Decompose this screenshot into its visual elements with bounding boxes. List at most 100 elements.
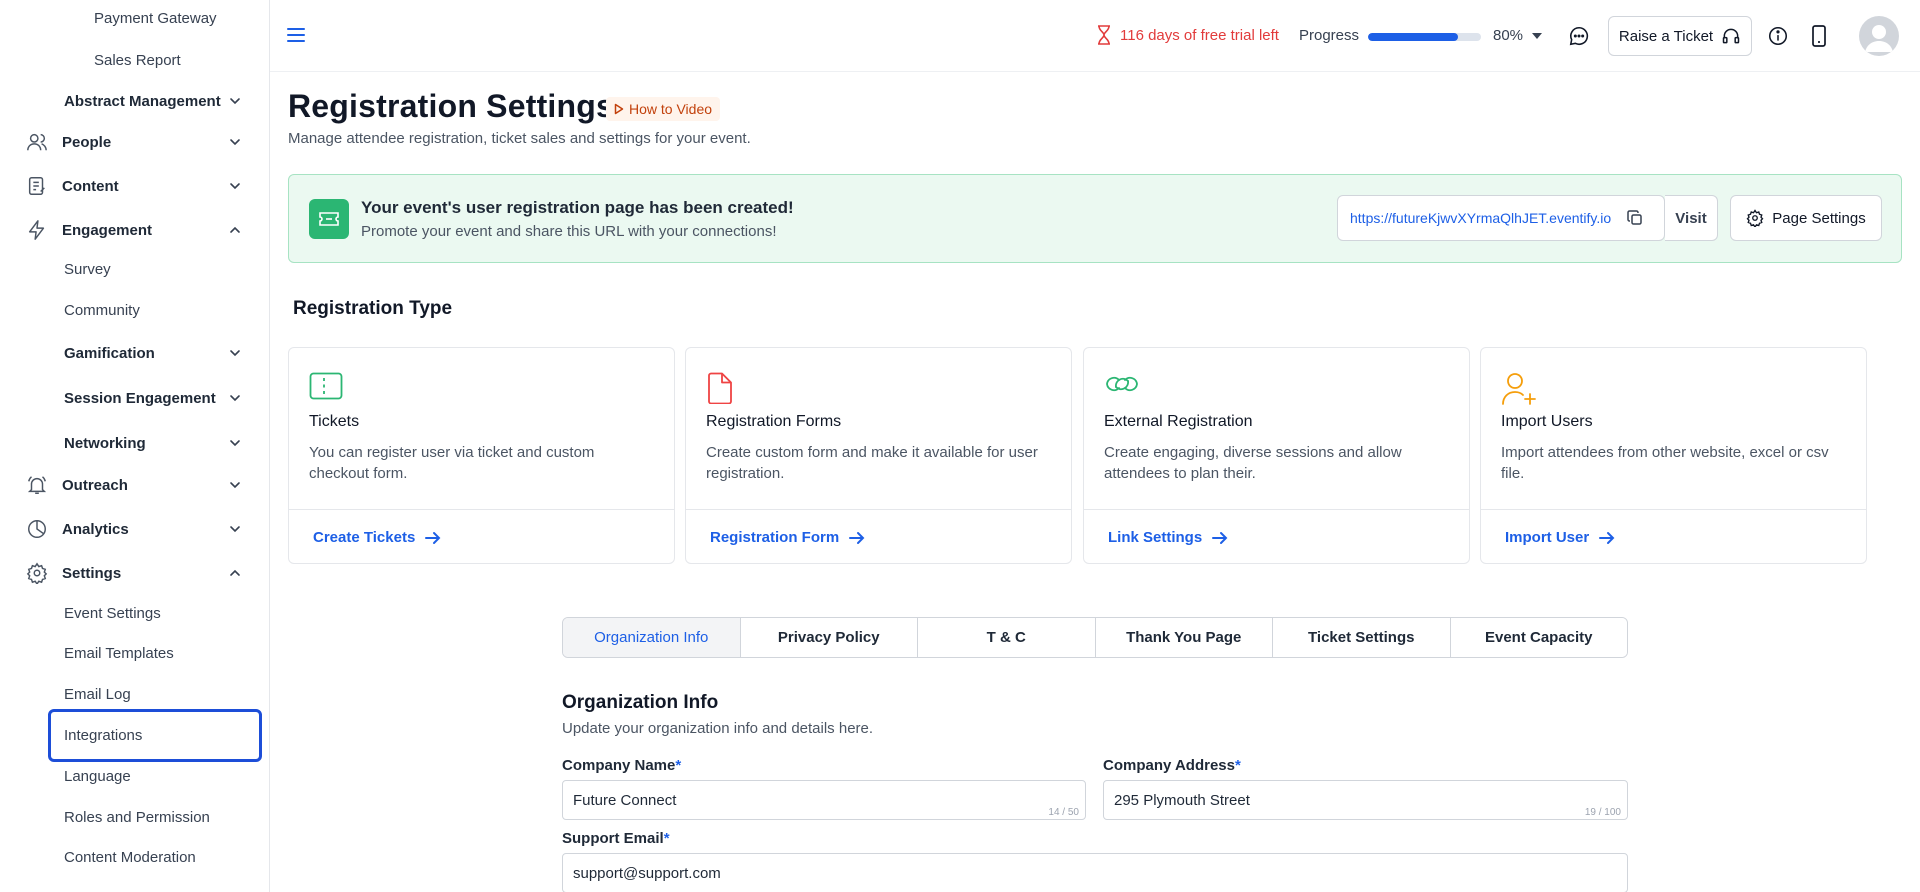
sidebar-item-label: Roles and Permission	[64, 808, 210, 826]
sidebar-item-analytics[interactable]: Analytics	[0, 511, 269, 547]
chevron-down-icon	[228, 135, 242, 149]
play-icon	[614, 103, 624, 115]
chevron-down-icon	[228, 522, 242, 536]
sidebar-item-label: Settings	[62, 564, 122, 582]
tickets-card: Tickets You can register user via ticket…	[288, 347, 675, 564]
tab-privacy-policy[interactable]: Privacy Policy	[740, 618, 918, 657]
registration-url[interactable]: https://futureKjwvXYrmaQlhJET.eventify.i…	[1338, 210, 1623, 226]
sidebar-item-community[interactable]: Community	[0, 292, 269, 328]
arrow-right-icon	[849, 531, 865, 545]
support-email-label: Support Email*	[562, 830, 670, 847]
mobile-icon[interactable]	[1811, 25, 1827, 47]
tab-organization-info[interactable]: Organization Info	[563, 618, 741, 657]
company-name-input[interactable]: Future Connect 14 / 50	[562, 780, 1086, 820]
create-tickets-link[interactable]: Create Tickets	[289, 509, 674, 565]
caret-down-icon[interactable]	[1532, 33, 1542, 39]
info-icon[interactable]	[1767, 25, 1789, 47]
sidebar-item-gamification[interactable]: Gamification	[0, 335, 269, 371]
sidebar-item-label: Networking	[64, 434, 146, 452]
chevron-down-icon	[228, 94, 242, 108]
sidebar-item-label: Event Settings	[64, 604, 161, 622]
card-title: External Registration	[1104, 413, 1253, 430]
sidebar: Payment Gateway Sales Report Abstract Ma…	[0, 0, 270, 892]
sidebar-item-settings[interactable]: Settings	[0, 555, 269, 591]
sidebar-item-integrations[interactable]: Integrations	[0, 717, 269, 753]
sidebar-item-email-templates[interactable]: Email Templates	[0, 635, 269, 671]
sidebar-item-email-log[interactable]: Email Log	[0, 676, 269, 712]
people-icon	[26, 131, 48, 153]
sidebar-item-label: People	[62, 133, 112, 151]
settings-tabs: Organization Info Privacy Policy T & C T…	[562, 617, 1628, 658]
sidebar-item-people[interactable]: People	[0, 124, 269, 160]
sidebar-item-label: Payment Gateway	[94, 9, 217, 27]
sidebar-item-engagement[interactable]: Engagement	[0, 212, 269, 248]
tab-thank-you-page[interactable]: Thank You Page	[1095, 618, 1273, 657]
card-description: You can register user via ticket and cus…	[309, 444, 595, 482]
sidebar-item-label: Session Engagement	[64, 389, 216, 407]
sidebar-item-label: Email Log	[64, 685, 131, 703]
link-settings-link[interactable]: Link Settings	[1084, 509, 1469, 565]
registration-url-field[interactable]: https://futureKjwvXYrmaQlhJET.eventify.i…	[1337, 195, 1665, 241]
card-title: Tickets	[309, 413, 360, 430]
progress-label: Progress	[1299, 27, 1360, 44]
bell-icon	[26, 474, 48, 496]
card-title: Import Users	[1501, 413, 1593, 430]
content-icon	[26, 175, 48, 197]
company-address-label-text: Company Address	[1103, 757, 1235, 774]
card-title: Registration Forms	[706, 413, 842, 430]
sidebar-item-label: Integrations	[64, 726, 143, 744]
sidebar-item-outreach[interactable]: Outreach	[0, 467, 269, 503]
tab-ticket-settings[interactable]: Ticket Settings	[1273, 618, 1451, 657]
sidebar-item-label: Content	[62, 177, 119, 195]
support-email-label-text: Support Email	[562, 830, 664, 847]
page-subtitle: Manage attendee registration, ticket sal…	[288, 130, 751, 147]
chevron-down-icon	[228, 179, 242, 193]
document-icon	[706, 372, 734, 404]
card-link-label: Registration Form	[710, 529, 840, 546]
copy-icon[interactable]	[1627, 210, 1643, 226]
page-settings-button[interactable]: Page Settings	[1730, 195, 1882, 241]
tab-event-capacity[interactable]: Event Capacity	[1450, 618, 1627, 657]
chat-icon[interactable]	[1568, 25, 1590, 47]
sidebar-item-content-moderation[interactable]: Content Moderation	[0, 839, 269, 875]
user-plus-icon	[1501, 372, 1537, 406]
menu-icon[interactable]	[287, 27, 305, 43]
sidebar-item-abstract-management[interactable]: Abstract Management	[0, 83, 269, 119]
visit-button[interactable]: Visit	[1665, 195, 1718, 241]
how-to-video-button[interactable]: How to Video	[606, 97, 721, 121]
avatar[interactable]	[1859, 16, 1899, 56]
sidebar-item-networking[interactable]: Networking	[0, 425, 269, 461]
sidebar-item-event-settings[interactable]: Event Settings	[0, 595, 269, 631]
org-info-title: Organization Info	[562, 692, 719, 713]
registration-page-banner: Your event's user registration page has …	[288, 174, 1902, 263]
sidebar-item-label: Outreach	[62, 476, 128, 494]
sidebar-item-payment-gateway[interactable]: Payment Gateway	[0, 0, 269, 36]
sidebar-item-roles-permission[interactable]: Roles and Permission	[0, 799, 269, 835]
company-address-input[interactable]: 295 Plymouth Street 19 / 100	[1103, 780, 1628, 820]
char-counter: 19 / 100	[1584, 807, 1621, 818]
registration-type-title: Registration Type	[293, 298, 453, 319]
sidebar-item-label: Email Templates	[64, 644, 174, 662]
raise-ticket-label: Raise a Ticket	[1618, 27, 1714, 45]
card-description: Create custom form and make it available…	[706, 444, 1038, 482]
arrow-right-icon	[425, 531, 441, 545]
registration-forms-card: Registration Forms Create custom form an…	[685, 347, 1072, 564]
import-user-link[interactable]: Import User	[1481, 509, 1866, 565]
tab-terms-conditions[interactable]: T & C	[918, 618, 1096, 657]
sidebar-item-language[interactable]: Language	[0, 758, 269, 794]
sidebar-item-survey[interactable]: Survey	[0, 251, 269, 287]
sidebar-item-sales-report[interactable]: Sales Report	[0, 42, 269, 78]
headset-icon	[1721, 26, 1741, 46]
sidebar-item-label: Sales Report	[94, 51, 181, 69]
sidebar-item-session-engagement[interactable]: Session Engagement	[0, 380, 269, 416]
support-email-input[interactable]: support@support.com	[562, 853, 1628, 892]
registration-form-link[interactable]: Registration Form	[686, 509, 1071, 565]
sidebar-item-content[interactable]: Content	[0, 168, 269, 204]
raise-ticket-button[interactable]: Raise a Ticket	[1608, 16, 1752, 56]
chevron-down-icon	[228, 391, 242, 405]
how-to-video-label: How to Video	[629, 101, 713, 117]
org-info-subtitle: Update your organization info and detail…	[562, 720, 874, 737]
chevron-down-icon	[228, 346, 242, 360]
hourglass-icon	[1096, 25, 1112, 45]
sidebar-item-label: Gamification	[64, 344, 155, 362]
